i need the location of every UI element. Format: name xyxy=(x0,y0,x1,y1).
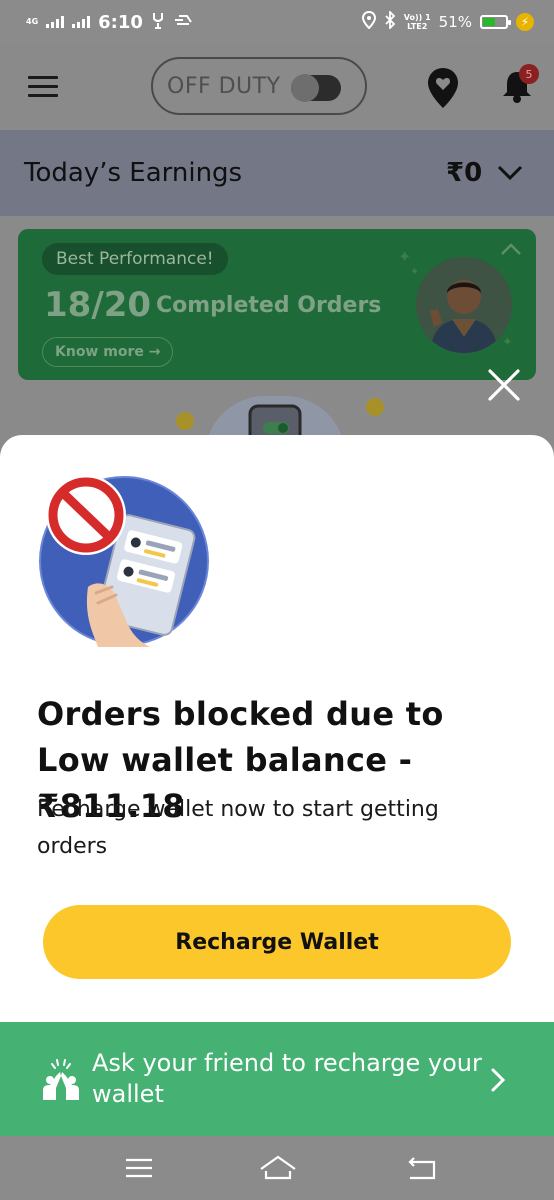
recharge-wallet-button[interactable]: Recharge Wallet xyxy=(43,905,511,979)
orders-blocked-illustration xyxy=(38,475,210,647)
ask-friend-text: Ask your friend to recharge your wallet xyxy=(92,1049,482,1108)
duty-label: OFF DUTY xyxy=(167,73,281,99)
status-time: 6:10 xyxy=(98,11,143,33)
low-balance-bottom-sheet: Orders blocked due to Low wallet balance… xyxy=(0,435,554,1023)
sparkle-icon-right: ✦ xyxy=(502,335,513,350)
sheet-subtitle: Recharge wallet now to start getting ord… xyxy=(37,797,439,859)
best-performance-chip: Best Performance! xyxy=(42,243,228,275)
system-navigation-bar xyxy=(0,1136,554,1200)
bluetooth-icon xyxy=(384,9,396,33)
friends-high-five-icon xyxy=(40,1058,82,1100)
rider-avatar xyxy=(416,257,512,353)
best-performance-card[interactable]: Best Performance! 18/20 Completed Orders… xyxy=(18,229,536,380)
completed-orders-count: 18/20 xyxy=(44,285,152,325)
lte-indicator: Vo)) 1 LTE2 xyxy=(403,13,431,31)
location-icon xyxy=(361,10,376,33)
coin-decoration-right xyxy=(366,398,384,416)
network-type: 4G xyxy=(26,17,39,26)
earnings-title: Today’s Earnings xyxy=(24,158,243,188)
menu-icon[interactable] xyxy=(28,76,58,98)
signal-icon-2 xyxy=(72,16,91,28)
notification-count-badge: 5 xyxy=(519,64,539,84)
completed-orders-label: Completed Orders xyxy=(156,293,382,318)
charging-icon: ⚡ xyxy=(516,13,534,31)
back-icon[interactable] xyxy=(404,1152,440,1184)
chevron-up-icon[interactable] xyxy=(500,241,522,255)
close-icon[interactable] xyxy=(486,367,522,403)
status-bar: 4G 6:10 Vo)) 1 LTE2 51% ⚡ xyxy=(0,0,554,44)
heart-location-pin-icon[interactable] xyxy=(426,66,460,110)
ask-friend-banner[interactable]: Ask your friend to recharge your wallet xyxy=(0,1022,554,1136)
battery-percent: 51% xyxy=(438,13,472,31)
chevron-right-icon[interactable] xyxy=(488,1066,508,1094)
duty-toggle[interactable]: OFF DUTY xyxy=(151,57,367,115)
signal-icon xyxy=(46,16,65,28)
todays-earnings-row[interactable]: Today’s Earnings ₹0 xyxy=(0,130,554,216)
home-icon[interactable] xyxy=(258,1152,296,1184)
know-more-button[interactable]: Know more → xyxy=(42,337,174,367)
duty-switch[interactable] xyxy=(291,74,341,102)
coin-decoration xyxy=(176,412,194,430)
scooter-notification-icon xyxy=(173,12,193,32)
earnings-value: ₹0 xyxy=(446,158,483,188)
battery-icon xyxy=(480,15,511,29)
chevron-down-icon[interactable] xyxy=(497,164,523,182)
sparkle-icon-small: ✦ xyxy=(410,265,420,278)
recent-apps-icon[interactable] xyxy=(121,1152,157,1184)
app-notification-icon xyxy=(151,11,165,34)
app-header: OFF DUTY 5 xyxy=(0,44,554,130)
sparkle-icon: ✦ xyxy=(398,247,412,266)
